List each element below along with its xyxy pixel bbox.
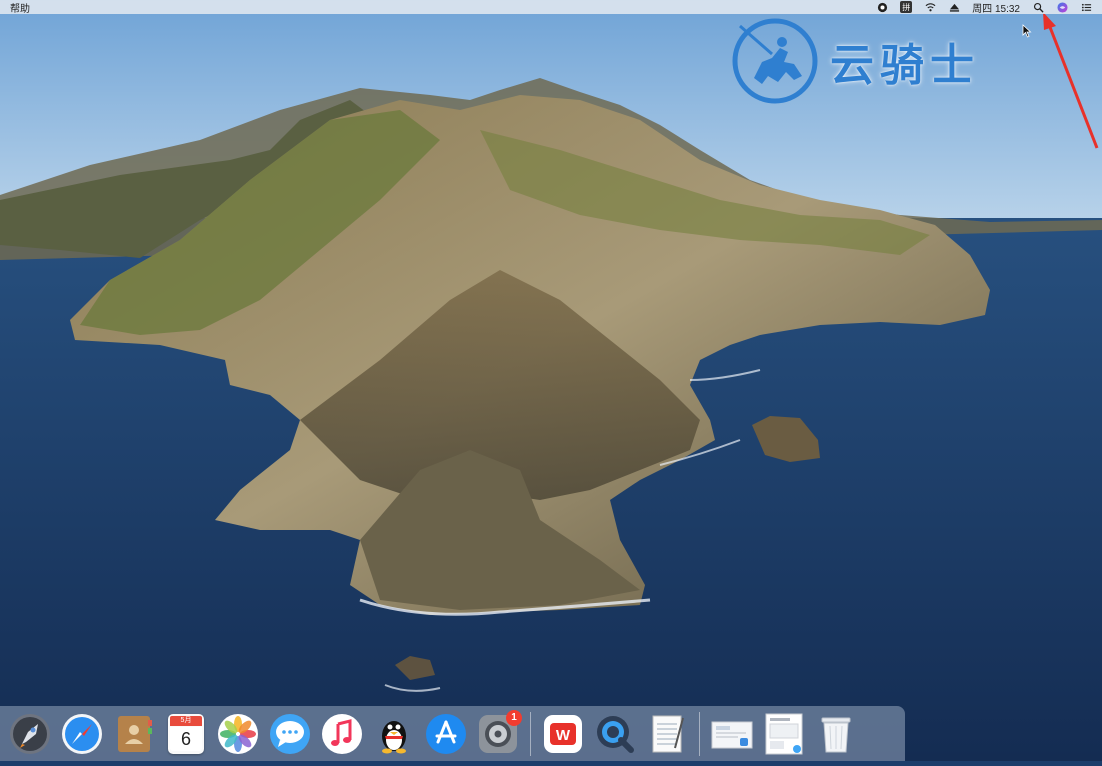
photos-icon bbox=[218, 713, 258, 754]
dock-separator bbox=[530, 711, 531, 756]
menubar-clock[interactable]: 周四 15:32 bbox=[972, 0, 1020, 15]
dock-messages[interactable] bbox=[268, 712, 312, 756]
wps-icon-label: W bbox=[556, 727, 571, 744]
textedit-icon bbox=[652, 715, 684, 752]
safari-icon bbox=[62, 713, 102, 754]
dock-calendar[interactable]: 5月 6 bbox=[164, 712, 208, 756]
watermark-text: 云骑士 bbox=[830, 40, 980, 91]
dock: 5月 6 1 W bbox=[0, 706, 905, 761]
menu-bar: 帮助 拼 周四 15:32 bbox=[0, 0, 1102, 15]
document-stack-icon bbox=[765, 713, 803, 754]
mouse-cursor-icon bbox=[1022, 24, 1032, 38]
catalina-wallpaper bbox=[0, 0, 1102, 761]
dock-wps[interactable]: W bbox=[541, 712, 585, 756]
qq-penguin-icon bbox=[382, 720, 406, 753]
dock-trash[interactable] bbox=[814, 712, 858, 756]
wps-icon: W bbox=[544, 714, 582, 753]
notification-badge: 1 bbox=[506, 709, 522, 726]
desktop-wallpaper bbox=[0, 0, 1102, 761]
music-icon bbox=[322, 713, 362, 754]
downloads-stack-icon bbox=[711, 721, 753, 748]
launchpad-icon bbox=[10, 713, 50, 754]
dock-system-preferences[interactable]: 1 bbox=[476, 709, 522, 756]
dock-document-stack[interactable] bbox=[762, 712, 806, 756]
calendar-icon: 5月 6 bbox=[164, 712, 208, 756]
record-icon[interactable] bbox=[876, 1, 888, 13]
dock-quicktime[interactable] bbox=[593, 712, 637, 756]
dock-downloads-stack[interactable] bbox=[710, 712, 754, 756]
dock-app-store[interactable] bbox=[424, 712, 468, 756]
dock-separator bbox=[699, 711, 700, 756]
dock-music[interactable] bbox=[320, 712, 364, 756]
wifi-icon[interactable] bbox=[924, 1, 936, 13]
dock-textedit[interactable] bbox=[645, 712, 689, 756]
trash-icon bbox=[821, 717, 851, 752]
input-method-icon[interactable]: 拼 bbox=[900, 1, 913, 13]
siri-icon[interactable] bbox=[1056, 1, 1068, 13]
knight-logo-icon bbox=[732, 18, 818, 104]
notification-center-icon[interactable] bbox=[1080, 1, 1092, 13]
spotlight-search-icon[interactable] bbox=[1032, 1, 1044, 13]
yunqishi-watermark: 云骑士 bbox=[732, 18, 980, 104]
dock-qq[interactable] bbox=[372, 712, 416, 756]
calendar-month: 5月 bbox=[170, 715, 202, 726]
quicktime-icon bbox=[597, 715, 634, 753]
contacts-icon bbox=[118, 715, 152, 752]
calendar-day: 6 bbox=[170, 726, 202, 751]
eject-icon[interactable] bbox=[948, 1, 960, 13]
dock-safari[interactable] bbox=[60, 712, 104, 756]
app-store-icon bbox=[426, 713, 466, 754]
dock-contacts[interactable] bbox=[112, 712, 156, 756]
menu-item-help[interactable]: 帮助 bbox=[0, 0, 30, 15]
messages-icon bbox=[270, 713, 310, 754]
dock-photos[interactable] bbox=[216, 712, 260, 756]
dock-launchpad[interactable] bbox=[8, 712, 52, 756]
